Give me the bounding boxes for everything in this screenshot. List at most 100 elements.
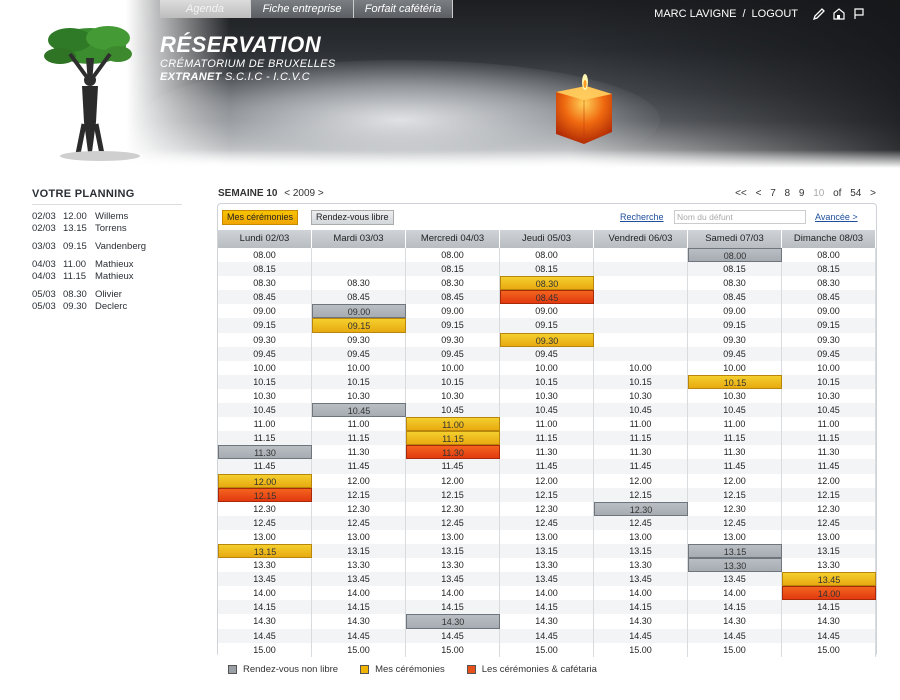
- pager-first[interactable]: <<: [735, 188, 747, 199]
- time-slot[interactable]: 13.15: [594, 543, 688, 559]
- time-slot[interactable]: 10.15: [500, 374, 594, 389]
- time-slot[interactable]: 08.30: [406, 276, 500, 291]
- time-slot[interactable]: 15.00: [782, 642, 876, 657]
- time-slot[interactable]: 11.00: [688, 417, 782, 432]
- time-slot[interactable]: 14.45: [312, 628, 406, 643]
- time-slot[interactable]: 10.45: [594, 403, 688, 418]
- time-slot[interactable]: 14.15: [218, 600, 312, 615]
- time-slot[interactable]: 09.45: [406, 346, 500, 361]
- slot-gray[interactable]: 12.30: [594, 501, 688, 516]
- time-slot[interactable]: 10.30: [406, 388, 500, 404]
- recherche-link[interactable]: Recherche: [620, 212, 664, 222]
- time-slot[interactable]: 08.30: [218, 276, 312, 291]
- slot-yellow[interactable]: 12.00: [218, 473, 312, 488]
- time-slot[interactable]: 14.00: [312, 586, 406, 601]
- time-slot[interactable]: 08.00: [218, 248, 312, 263]
- time-slot[interactable]: 12.30: [782, 501, 876, 516]
- time-slot[interactable]: 09.45: [688, 346, 782, 361]
- time-slot[interactable]: 13.45: [500, 572, 594, 587]
- time-slot[interactable]: 11.45: [688, 459, 782, 474]
- time-slot[interactable]: 10.15: [406, 374, 500, 389]
- time-slot[interactable]: 10.00: [594, 360, 688, 375]
- time-slot[interactable]: 11.15: [688, 431, 782, 446]
- slot-yellow[interactable]: 13.15: [218, 543, 312, 559]
- time-slot[interactable]: 12.45: [594, 515, 688, 530]
- planning-item[interactable]: 02/03 13.15 Torrens: [32, 223, 182, 235]
- slot-gray[interactable]: 11.30: [218, 445, 312, 460]
- time-slot[interactable]: 08.30: [782, 276, 876, 291]
- time-slot[interactable]: 12.45: [218, 515, 312, 530]
- planning-item[interactable]: 04/03 11.00 Mathieux: [32, 259, 182, 271]
- time-slot[interactable]: 08.15: [218, 262, 312, 277]
- time-slot[interactable]: 09.30: [782, 332, 876, 347]
- time-slot[interactable]: 11.15: [312, 431, 406, 446]
- time-slot[interactable]: 11.30: [312, 445, 406, 460]
- time-slot[interactable]: 12.45: [312, 515, 406, 530]
- time-slot[interactable]: 09.30: [218, 332, 312, 347]
- time-slot[interactable]: 11.45: [312, 459, 406, 474]
- time-slot[interactable]: 13.30: [594, 558, 688, 573]
- time-slot[interactable]: 11.45: [594, 459, 688, 474]
- slot-gray[interactable]: 14.30: [406, 614, 500, 629]
- time-slot[interactable]: 08.45: [218, 290, 312, 305]
- slot-gray[interactable]: 13.15: [688, 543, 782, 559]
- time-slot[interactable]: 12.15: [500, 487, 594, 502]
- time-slot[interactable]: 12.15: [594, 487, 688, 502]
- pager-page-7[interactable]: 7: [770, 188, 776, 199]
- time-slot[interactable]: 11.30: [594, 445, 688, 460]
- time-slot[interactable]: 15.00: [594, 642, 688, 657]
- slot-yellow[interactable]: 09.15: [312, 318, 406, 333]
- time-slot[interactable]: 08.45: [782, 290, 876, 305]
- time-slot[interactable]: 15.00: [500, 642, 594, 657]
- slot-yellow[interactable]: 10.15: [688, 374, 782, 389]
- time-slot[interactable]: 14.45: [218, 628, 312, 643]
- time-slot[interactable]: 10.00: [500, 360, 594, 375]
- time-slot[interactable]: 13.15: [500, 543, 594, 559]
- time-slot[interactable]: 09.30: [688, 332, 782, 347]
- time-slot[interactable]: 12.15: [688, 487, 782, 502]
- time-slot[interactable]: 08.00: [406, 248, 500, 263]
- time-slot[interactable]: 10.00: [688, 360, 782, 375]
- time-slot[interactable]: 12.00: [312, 473, 406, 488]
- time-slot[interactable]: 10.30: [500, 388, 594, 404]
- time-slot[interactable]: 15.00: [218, 642, 312, 657]
- time-slot[interactable]: 09.45: [782, 346, 876, 361]
- time-slot[interactable]: 14.15: [688, 600, 782, 615]
- time-slot[interactable]: 13.15: [782, 543, 876, 559]
- time-slot[interactable]: 14.00: [500, 586, 594, 601]
- time-slot[interactable]: 11.15: [594, 431, 688, 446]
- time-slot[interactable]: 11.30: [500, 445, 594, 460]
- time-slot[interactable]: 09.30: [312, 332, 406, 347]
- time-slot[interactable]: 13.00: [312, 529, 406, 544]
- time-slot[interactable]: 08.00: [782, 248, 876, 263]
- time-slot[interactable]: 12.15: [406, 487, 500, 502]
- time-slot[interactable]: 08.45: [688, 290, 782, 305]
- time-slot[interactable]: 08.30: [312, 276, 406, 291]
- time-slot[interactable]: 11.00: [782, 417, 876, 432]
- slot-gray[interactable]: 08.00: [688, 248, 782, 263]
- time-slot[interactable]: 11.30: [688, 445, 782, 460]
- time-slot[interactable]: 09.15: [688, 318, 782, 333]
- time-slot[interactable]: 08.45: [406, 290, 500, 305]
- time-slot[interactable]: 10.45: [688, 403, 782, 418]
- time-slot[interactable]: 09.30: [406, 332, 500, 347]
- time-slot[interactable]: 09.15: [782, 318, 876, 333]
- logout-link[interactable]: LOGOUT: [752, 8, 798, 20]
- time-slot[interactable]: 10.45: [218, 403, 312, 418]
- time-slot[interactable]: 15.00: [406, 642, 500, 657]
- time-slot[interactable]: 11.00: [312, 417, 406, 432]
- slot-yellow[interactable]: 11.15: [406, 431, 500, 446]
- tab-agenda[interactable]: Agenda: [160, 0, 251, 18]
- rendez-vous-libre-button[interactable]: Rendez-vous libre: [311, 210, 394, 225]
- time-slot[interactable]: 10.00: [312, 360, 406, 375]
- time-slot[interactable]: 12.15: [782, 487, 876, 502]
- planning-item[interactable]: 02/03 12.00 Willems: [32, 211, 182, 223]
- time-slot[interactable]: 14.45: [406, 628, 500, 643]
- time-slot[interactable]: 08.30: [688, 276, 782, 291]
- pager-prev[interactable]: <: [756, 188, 762, 199]
- time-slot[interactable]: 10.00: [218, 360, 312, 375]
- slot-orange[interactable]: 14.00: [782, 586, 876, 601]
- time-slot[interactable]: 15.00: [688, 642, 782, 657]
- time-slot[interactable]: 11.45: [218, 459, 312, 474]
- time-slot[interactable]: 12.45: [406, 515, 500, 530]
